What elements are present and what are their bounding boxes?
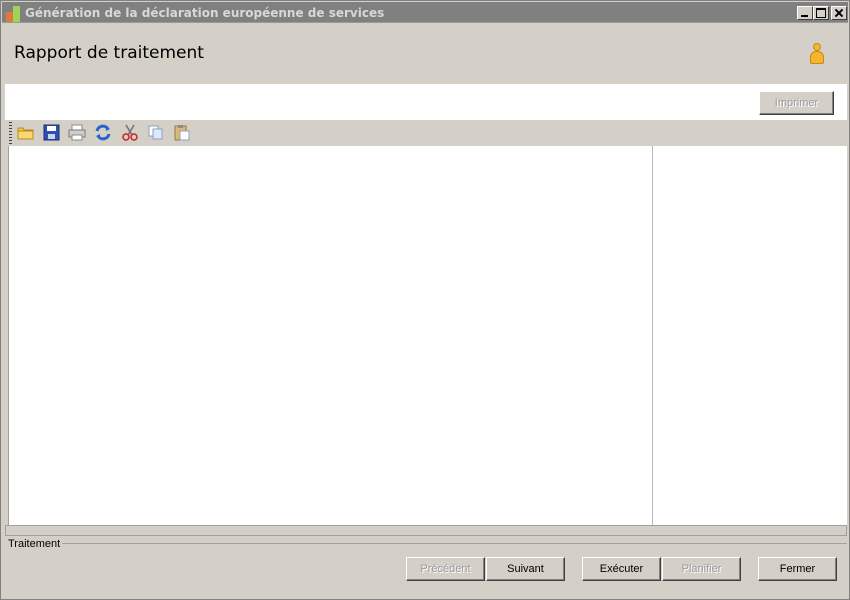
page-title: Rapport de traitement <box>14 43 204 63</box>
execute-button[interactable]: Exécuter <box>582 557 661 581</box>
app-icon <box>6 6 22 22</box>
user-icon <box>808 43 826 65</box>
refresh-icon[interactable] <box>94 124 112 141</box>
group-label: Traitement <box>8 538 63 550</box>
cut-icon[interactable] <box>121 124 139 141</box>
main-window: Génération de la déclaration européenne … <box>0 0 850 600</box>
previous-button[interactable]: Précédent <box>406 557 485 581</box>
details-pane[interactable] <box>652 146 847 525</box>
paste-icon[interactable] <box>173 124 191 141</box>
minimize-button[interactable] <box>797 6 813 20</box>
close-button[interactable]: Fermer <box>758 557 837 581</box>
print-band <box>5 84 847 120</box>
maximize-button[interactable] <box>813 6 829 20</box>
report-pane[interactable] <box>8 146 652 525</box>
horizontal-scrollbar[interactable] <box>5 525 847 536</box>
copy-icon[interactable] <box>147 124 165 141</box>
window-title: Génération de la déclaration européenne … <box>25 6 385 20</box>
print-icon[interactable] <box>68 124 86 141</box>
save-disk-icon[interactable] <box>43 124 61 141</box>
next-button[interactable]: Suivant <box>486 557 565 581</box>
toolbar-grip[interactable] <box>9 122 12 144</box>
schedule-button[interactable]: Planifier <box>662 557 741 581</box>
title-bar: Génération de la déclaration européenne … <box>2 2 848 23</box>
open-folder-icon[interactable] <box>17 124 35 141</box>
header: Rapport de traitement <box>2 23 848 83</box>
print-button[interactable]: Imprimer <box>759 91 834 115</box>
toolbar <box>5 120 847 146</box>
close-window-button[interactable] <box>831 6 847 20</box>
group-divider <box>61 543 847 544</box>
